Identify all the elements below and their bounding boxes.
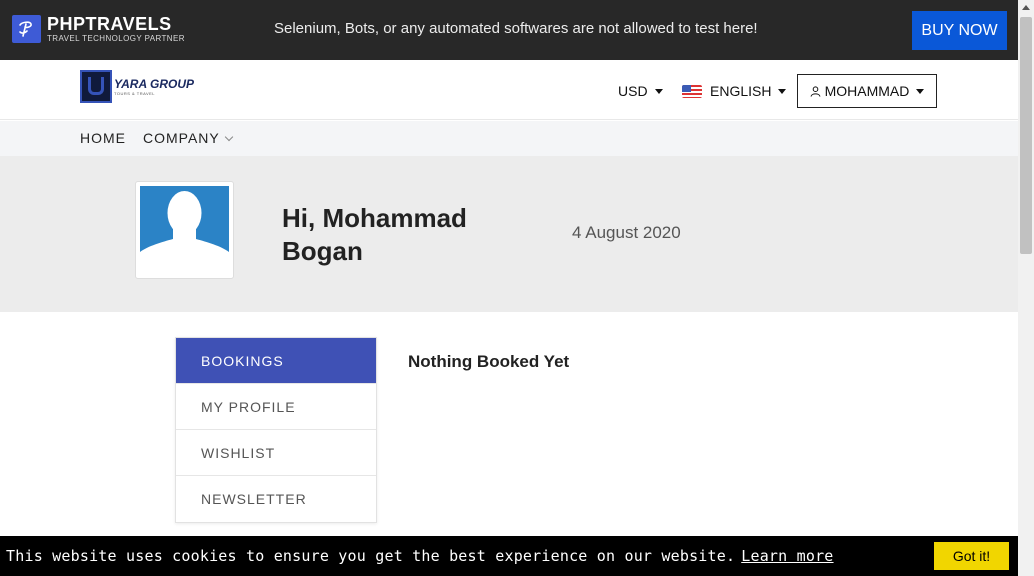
chevron-down-icon	[224, 132, 233, 141]
caret-down-icon	[654, 88, 663, 94]
sidebar-item-newsletter[interactable]: NEWSLETTER	[176, 476, 376, 522]
currency-dropdown[interactable]: USD	[618, 83, 663, 99]
empty-bookings-message: Nothing Booked Yet	[408, 352, 570, 371]
us-flag-icon	[682, 84, 702, 98]
caret-down-icon	[916, 88, 925, 94]
user-account-dropdown[interactable]: MOHAMMAD	[797, 74, 937, 108]
cookie-banner: This website uses cookies to ensure you …	[0, 536, 1018, 576]
current-date: 4 August 2020	[572, 223, 681, 242]
sidebar-item-wishlist[interactable]: WISHLIST	[176, 430, 376, 476]
language-dropdown[interactable]: ENGLISH	[682, 83, 787, 99]
main-header: YARA GROUP TOURS & TRAVEL USD ENGLISH MO…	[0, 60, 1018, 120]
phptravels-brand[interactable]: PHPTRAVELS TRAVEL TECHNOLOGY PARTNER	[12, 15, 185, 43]
nav-home[interactable]: HOME	[80, 130, 126, 146]
cookie-accept-button[interactable]: Got it!	[934, 542, 1009, 570]
automation-notice: Selenium, Bots, or any automated softwar…	[274, 20, 758, 37]
greeting-heading: Hi, Mohammad Bogan	[282, 203, 467, 266]
nav-company-label: COMPANY	[143, 130, 220, 146]
cookie-message-wrap: This website uses cookies to ensure you …	[6, 547, 834, 565]
avatar	[140, 186, 229, 261]
profile-banner: Hi, Mohammad Bogan 4 August 2020	[0, 156, 1018, 312]
scroll-thumb[interactable]	[1020, 17, 1032, 254]
learn-more-link[interactable]: Learn more	[741, 547, 833, 565]
yara-logo-sub: TOURS & TRAVEL	[114, 90, 156, 96]
currency-label: USD	[618, 83, 648, 99]
sidebar-item-my-profile[interactable]: MY PROFILE	[176, 384, 376, 430]
account-sidebar: BOOKINGS MY PROFILE WISHLIST NEWSLETTER	[175, 337, 377, 523]
scroll-up-arrow-icon[interactable]	[1022, 5, 1030, 10]
brand-tagline: TRAVEL TECHNOLOGY PARTNER	[47, 34, 185, 43]
phptravels-logo-icon	[12, 15, 41, 43]
caret-down-icon	[778, 88, 787, 94]
brand-name: PHPTRAVELS	[47, 14, 172, 34]
main-nav: HOME COMPANY	[0, 121, 1018, 156]
page-scrollbar[interactable]	[1018, 0, 1034, 576]
user-name-label: MOHAMMAD	[824, 83, 910, 99]
avatar-frame	[135, 181, 234, 279]
top-bar: PHPTRAVELS TRAVEL TECHNOLOGY PARTNER Sel…	[0, 0, 1018, 60]
yara-group-logo[interactable]: YARA GROUP TOURS & TRAVEL	[80, 70, 194, 103]
yara-logo-name: YARA GROUP	[114, 76, 195, 91]
buy-now-button[interactable]: BUY NOW	[912, 11, 1007, 50]
nav-company[interactable]: COMPANY	[143, 130, 233, 146]
sidebar-item-bookings[interactable]: BOOKINGS	[176, 338, 376, 384]
person-silhouette-icon	[140, 191, 229, 261]
user-icon	[810, 85, 821, 97]
cookie-message: This website uses cookies to ensure you …	[6, 547, 736, 565]
yara-mark-icon	[80, 70, 112, 103]
language-label: ENGLISH	[710, 83, 772, 99]
